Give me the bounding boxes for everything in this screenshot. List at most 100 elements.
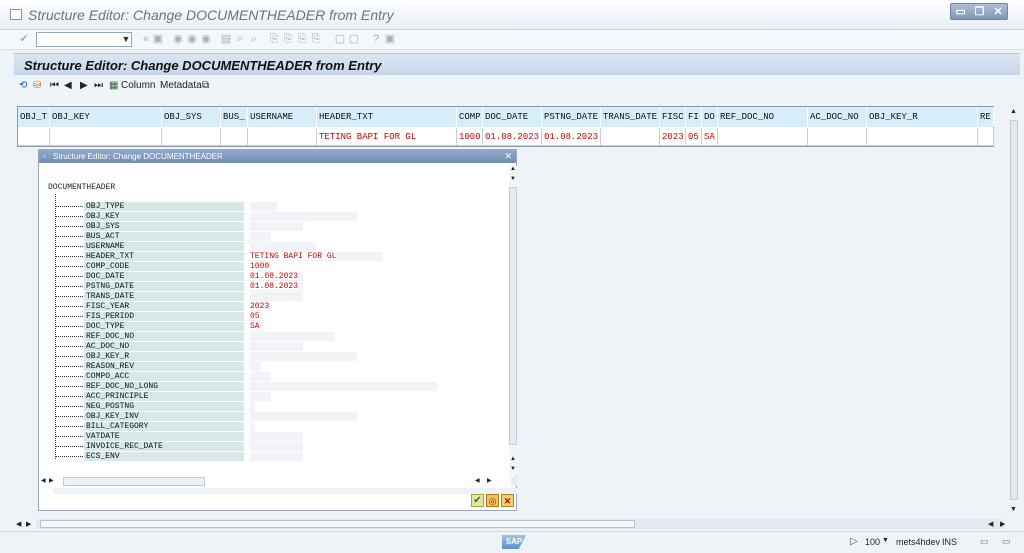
tree-field-row[interactable]: TRANS_DATE	[39, 292, 509, 301]
first-entry-icon[interactable]: ⏮	[50, 80, 59, 92]
scroll-down-icon[interactable]: ▼	[1010, 506, 1017, 513]
customize-layout-icon[interactable]: ▣	[384, 33, 396, 45]
tree-field-row[interactable]: OBJ_KEY_R	[39, 352, 509, 361]
field-value[interactable]	[249, 362, 250, 371]
field-value[interactable]: 01.08.2023	[249, 282, 299, 291]
command-field[interactable]	[36, 32, 132, 47]
field-value[interactable]	[249, 372, 250, 381]
tree-field-row[interactable]: FISC_YEAR 2023	[39, 302, 509, 311]
tree-field-row[interactable]: AC_DOC_NO	[39, 342, 509, 351]
tree-field-row[interactable]: DOC_TYPE SA	[39, 322, 509, 331]
tree-field-row[interactable]: DOC_DATE 01.08.2023	[39, 272, 509, 281]
first-page-icon[interactable]: ⎘	[268, 33, 280, 45]
tree-field-row[interactable]: OBJ_TYPE	[39, 202, 509, 211]
table-cell[interactable]	[808, 128, 867, 146]
field-value[interactable]	[249, 402, 250, 411]
field-value[interactable]	[249, 242, 250, 251]
field-value[interactable]	[249, 442, 250, 451]
scroll-right-icon[interactable]: ▶	[487, 477, 492, 484]
column-header[interactable]: FI	[686, 107, 702, 127]
scrollbar-thumb[interactable]	[1010, 120, 1018, 500]
table-cell[interactable]: 01.08.2023	[483, 128, 542, 146]
table-cell[interactable]: 1000	[457, 128, 483, 146]
last-entry-icon[interactable]: ⏭	[94, 80, 103, 92]
column-button[interactable]: Column	[121, 80, 155, 92]
scroll-right-icon[interactable]: ▶	[1000, 520, 1005, 528]
field-value[interactable]	[249, 452, 250, 461]
column-header[interactable]: FISC	[660, 107, 686, 127]
tree-field-row[interactable]: NEG_POSTNG	[39, 402, 509, 411]
table-cell[interactable]	[867, 128, 978, 146]
field-value[interactable]	[249, 232, 250, 241]
field-value[interactable]	[249, 432, 250, 441]
hierarchy-icon[interactable]: ⛁	[33, 80, 41, 92]
next-page-icon[interactable]: ⎘	[296, 33, 308, 45]
next-entry-icon[interactable]: ▶	[80, 80, 88, 92]
scroll-left-icon[interactable]: ◀	[41, 477, 46, 484]
scroll-down-icon[interactable]: ▼	[510, 466, 516, 472]
column-header[interactable]: USERNAME	[248, 107, 317, 127]
new-session-icon[interactable]: ▢	[334, 33, 346, 45]
tree-field-row[interactable]: HEADER_TXT TETING BAPI FOR GL	[39, 252, 509, 261]
last-page-icon[interactable]: ⎘	[310, 33, 322, 45]
scroll-down-icon[interactable]: ▼	[510, 176, 516, 182]
previous-entry-icon[interactable]: ◀	[64, 80, 72, 92]
tree-field-row[interactable]: REASON_REV	[39, 362, 509, 371]
column-header[interactable]: HEADER_TXT	[317, 107, 457, 127]
column-header[interactable]: TRANS_DATE	[601, 107, 660, 127]
tree-field-row[interactable]: OBJ_KEY_INV	[39, 412, 509, 421]
confirm-button[interactable]: ✔	[471, 494, 484, 507]
field-value[interactable]	[249, 222, 250, 231]
column-icon[interactable]: ▦	[109, 80, 118, 92]
field-value[interactable]: 05	[249, 312, 260, 321]
scrollbar-thumb[interactable]	[63, 477, 205, 486]
table-cell[interactable]	[221, 128, 248, 146]
column-header[interactable]: COMP	[457, 107, 483, 127]
field-value[interactable]	[249, 422, 250, 431]
scroll-left-icon[interactable]: ◀	[475, 477, 480, 484]
table-cell[interactable]	[718, 128, 808, 146]
cancel-icon[interactable]: ◉	[200, 33, 212, 45]
find-icon[interactable]: ⌕	[234, 33, 246, 45]
scroll-right-icon[interactable]: ▶	[26, 520, 31, 528]
close-icon[interactable]: ✕	[504, 150, 512, 163]
table-cell[interactable]	[248, 128, 317, 146]
restore-icon[interactable]: ❐	[975, 5, 985, 18]
close-icon[interactable]: ✕	[993, 5, 1002, 18]
scrollbar-thumb[interactable]	[509, 187, 517, 445]
scrollbar-thumb[interactable]	[511, 477, 517, 486]
column-header[interactable]: PSTNG_DATE	[542, 107, 601, 127]
tree-field-row[interactable]: OBJ_KEY	[39, 212, 509, 221]
copy-icon[interactable]: ⧉	[202, 80, 209, 92]
field-value[interactable]	[249, 212, 250, 221]
scroll-left-icon[interactable]: ◀	[988, 520, 993, 528]
back-icon[interactable]: ◉	[172, 33, 184, 45]
tree-field-row[interactable]: INVOICE_REC_DATE	[39, 442, 509, 451]
minimize-icon[interactable]: ▭	[955, 5, 965, 18]
field-value[interactable]: 2023	[249, 302, 270, 311]
column-header[interactable]: RE	[978, 107, 994, 127]
tree-field-row[interactable]: OBJ_SYS	[39, 222, 509, 231]
tree-field-row[interactable]: ECS_ENV	[39, 452, 509, 461]
field-value[interactable]: 1000	[249, 262, 270, 271]
field-value[interactable]: 01.08.2023	[249, 272, 299, 281]
tree-field-row[interactable]: PSTNG_DATE 01.08.2023	[39, 282, 509, 291]
field-value[interactable]	[249, 412, 250, 421]
scroll-up-icon[interactable]: ▲	[510, 166, 516, 172]
shortcut-icon[interactable]: ▢	[348, 33, 360, 45]
field-value[interactable]	[249, 382, 250, 391]
tree-field-row[interactable]: COMP_CODE 1000	[39, 262, 509, 271]
column-header[interactable]: DOC_DATE	[483, 107, 542, 127]
column-header[interactable]: BUS_	[221, 107, 248, 127]
scroll-left-icon[interactable]: ◀	[16, 520, 21, 528]
tree-field-row[interactable]: FIS_PERIOD 05	[39, 312, 509, 321]
field-value[interactable]	[249, 392, 250, 401]
column-header[interactable]: OBJ_KEY	[50, 107, 162, 127]
enter-check-icon[interactable]: ✔	[18, 33, 30, 45]
help-icon[interactable]: ?	[370, 33, 382, 45]
column-header[interactable]: AC_DOC_NO	[808, 107, 867, 127]
field-value[interactable]	[249, 352, 250, 361]
table-cell[interactable]: 01.08.2023	[542, 128, 601, 146]
zoom-level[interactable]: 100	[865, 537, 880, 547]
table-cell[interactable]	[162, 128, 221, 146]
